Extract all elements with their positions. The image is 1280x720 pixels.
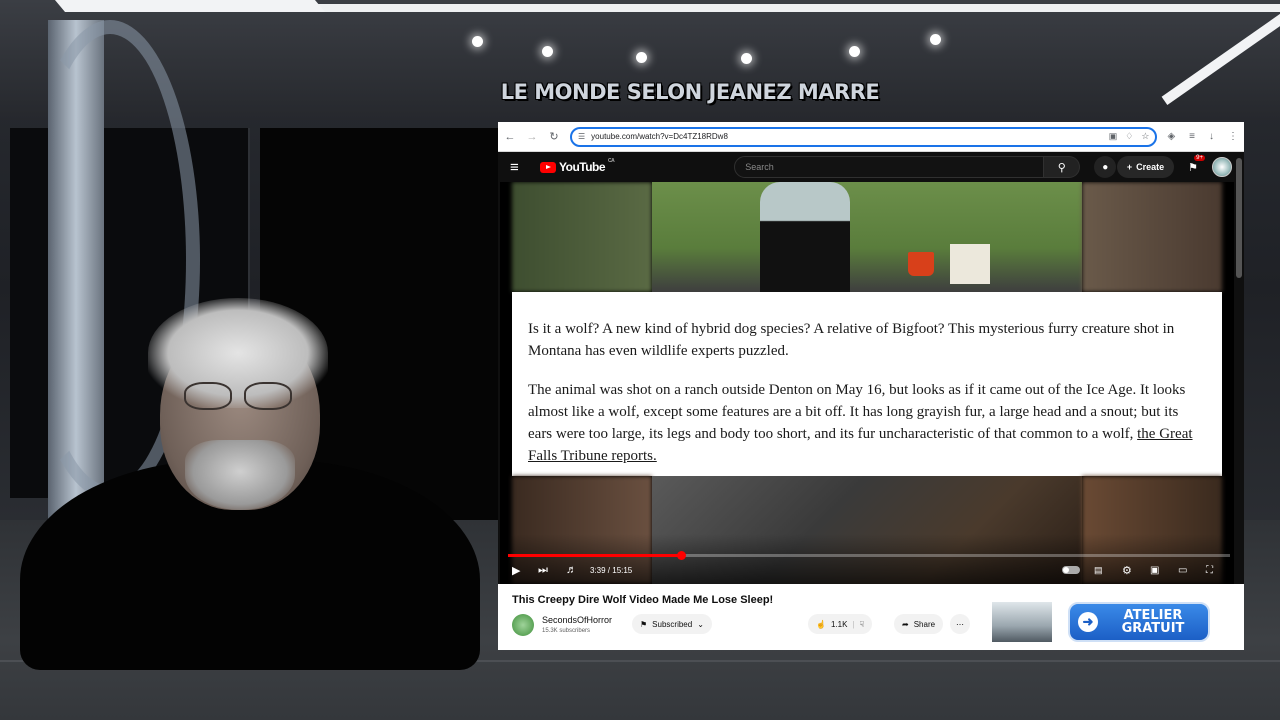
notifications-bell-icon[interactable]: ⚑ 9+ xyxy=(1188,154,1205,174)
presenter xyxy=(20,290,480,670)
browser-toolbar: ← → ↻ ☰ youtube.com/watch?v=Dc4TZ18RDw8 … xyxy=(498,122,1244,152)
site-info-icon[interactable]: ☰ xyxy=(578,132,585,141)
spotlight xyxy=(472,36,483,47)
next-icon[interactable]: ⏭ xyxy=(538,562,548,578)
install-app-icon[interactable]: ▣ xyxy=(1109,131,1118,142)
youtube-header: ≡ YouTube CA Search ⚲ ● + Create ⚑ 9+ xyxy=(498,152,1244,182)
show-title: LE MONDE SELON JEANEZ MARRE xyxy=(500,80,880,104)
bell-icon: ⚑ xyxy=(640,619,648,629)
spotlight xyxy=(741,53,752,64)
time-display: 3:39 / 15:15 xyxy=(590,565,633,575)
share-button[interactable]: ➦ Share xyxy=(894,614,944,634)
arrow-right-circle-icon: ➜ xyxy=(1078,612,1098,632)
reload-icon[interactable]: ↻ xyxy=(548,131,560,143)
video-bucket xyxy=(908,252,934,276)
translate-icon[interactable]: ♢ xyxy=(1125,131,1133,142)
video-info-panel: This Creepy Dire Wolf Video Made Me Lose… xyxy=(498,584,1244,650)
youtube-play-icon xyxy=(540,161,556,173)
stream-stage: LE MONDE SELON JEANEZ MARRE ← → ↻ ☰ yout… xyxy=(0,0,1280,720)
autoplay-toggle[interactable] xyxy=(1062,562,1080,578)
subscribed-button[interactable]: ⚑ Subscribed ⌄ xyxy=(632,614,712,634)
video-title: This Creepy Dire Wolf Video Made Me Lose… xyxy=(512,594,774,606)
create-button[interactable]: + Create xyxy=(1116,156,1175,178)
presenter-glasses xyxy=(180,382,300,412)
microphone-icon[interactable]: ● xyxy=(1094,156,1117,178)
chevron-down-icon: ⌄ xyxy=(697,619,704,629)
settings-gear-icon[interactable]: ⚙ xyxy=(1122,562,1132,578)
video-person xyxy=(760,182,850,292)
spotlight xyxy=(849,46,860,57)
progress-fill xyxy=(508,554,682,557)
channel-name[interactable]: SecondsOfHorror xyxy=(542,615,612,625)
browser-window: ← → ↻ ☰ youtube.com/watch?v=Dc4TZ18RDw8 … xyxy=(498,122,1244,650)
article-excerpt: Is it a wolf? A new kind of hybrid dog s… xyxy=(512,292,1222,476)
video-frame xyxy=(512,182,652,292)
video-frame xyxy=(1082,182,1222,292)
theater-mode-icon[interactable]: ▭ xyxy=(1178,562,1187,578)
video-player[interactable]: Is it a wolf? A new kind of hybrid dog s… xyxy=(500,182,1234,584)
spotlight xyxy=(542,46,553,57)
fullscreen-icon[interactable]: ⛶ xyxy=(1206,562,1213,578)
page-scrollbar[interactable] xyxy=(1236,158,1242,278)
url-text: youtube.com/watch?v=Dc4TZ18RDw8 xyxy=(591,132,728,141)
share-arrow-icon: ➦ xyxy=(902,619,909,629)
toggle-switch xyxy=(1062,566,1080,574)
extensions-icon[interactable]: ◈ xyxy=(1167,131,1175,142)
subscriber-count: 15.3K subscribers xyxy=(542,628,591,634)
video-box xyxy=(950,244,990,284)
video-frame xyxy=(652,182,1082,292)
arrow-right-icon[interactable]: → xyxy=(526,131,538,143)
address-bar[interactable]: ☰ youtube.com/watch?v=Dc4TZ18RDw8 ▣ ♢ ☆ xyxy=(570,126,1158,147)
play-icon[interactable]: ▶ xyxy=(512,562,520,578)
bookmark-star-icon[interactable]: ☆ xyxy=(1141,131,1149,142)
arrow-left-icon[interactable]: ← xyxy=(504,131,516,143)
download-icon[interactable]: ↓ xyxy=(1209,131,1214,142)
kebab-menu-icon[interactable]: ⋮ xyxy=(1228,131,1238,142)
miniplayer-icon[interactable]: ▣ xyxy=(1150,562,1159,578)
thumbs-down-icon[interactable]: ☟ xyxy=(860,620,865,629)
search-icon[interactable]: ⚲ xyxy=(1044,156,1081,178)
spotlight xyxy=(930,34,941,45)
thumbs-up-icon: ☝ xyxy=(816,619,826,629)
hamburger-menu-icon[interactable]: ≡ xyxy=(510,159,530,176)
reading-list-icon[interactable]: ≡ xyxy=(1189,131,1195,142)
channel-avatar[interactable] xyxy=(512,614,534,636)
progress-bar[interactable] xyxy=(508,551,1230,560)
account-avatar[interactable] xyxy=(1212,157,1232,177)
captions-icon[interactable]: ▤ xyxy=(1094,562,1103,578)
spotlight xyxy=(636,52,647,63)
article-paragraph: The animal was shot on a ranch outside D… xyxy=(528,382,1193,464)
volume-icon[interactable]: ♬ xyxy=(566,562,577,578)
ceiling-light-bar xyxy=(54,0,326,12)
more-actions-icon[interactable]: ⋯ xyxy=(950,614,970,634)
overlay-thumbnail xyxy=(992,602,1052,642)
article-paragraph: Is it a wolf? A new kind of hybrid dog s… xyxy=(528,321,1175,359)
search-input[interactable]: Search xyxy=(734,156,1045,178)
notification-badge: 9+ xyxy=(1194,154,1205,161)
atelier-gratuit-button[interactable]: ➜ ATELIER GRATUIT xyxy=(1068,602,1210,642)
plus-icon: + xyxy=(1126,162,1133,172)
youtube-logo[interactable]: YouTube CA xyxy=(540,158,615,174)
presenter-beard xyxy=(185,440,295,510)
like-button[interactable]: ☝ 1.1K | ☟ xyxy=(808,614,873,634)
